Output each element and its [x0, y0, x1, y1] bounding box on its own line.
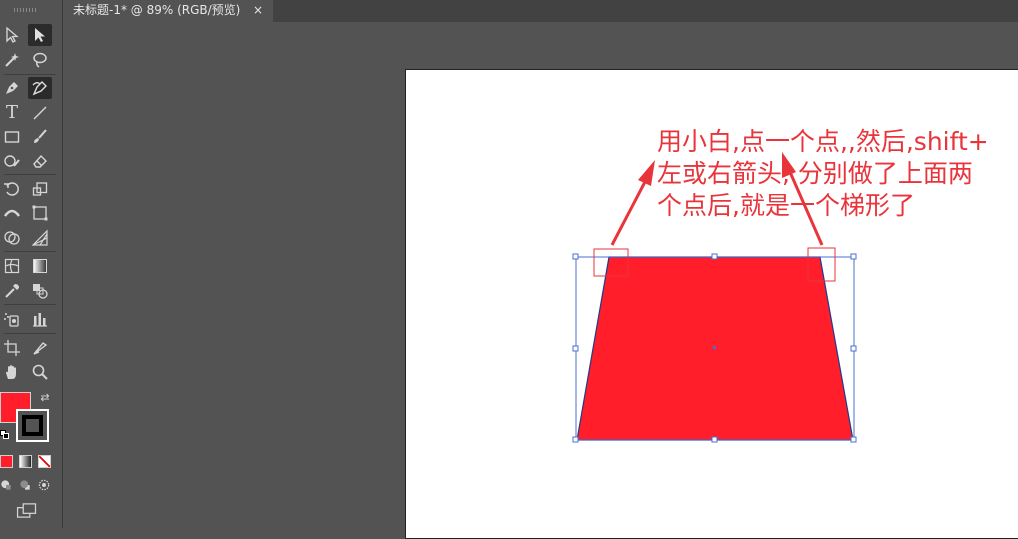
annotation-line-1: 用小白,点一个点,,然后,shift+: [657, 127, 989, 156]
annotation-text: 用小白,点一个点,,然后,shift+ 左或右箭头, 分别做了上面两 个点后,就…: [657, 126, 1017, 222]
annotation-arrow-left: [610, 177, 649, 246]
center-point: [713, 346, 716, 349]
annotation-line-3: 个点后,就是一个梯形了: [657, 191, 915, 220]
canvas-overlay: [572, 152, 857, 443]
annotation-line-2: 左或右箭头, 分别做了上面两: [657, 159, 973, 188]
